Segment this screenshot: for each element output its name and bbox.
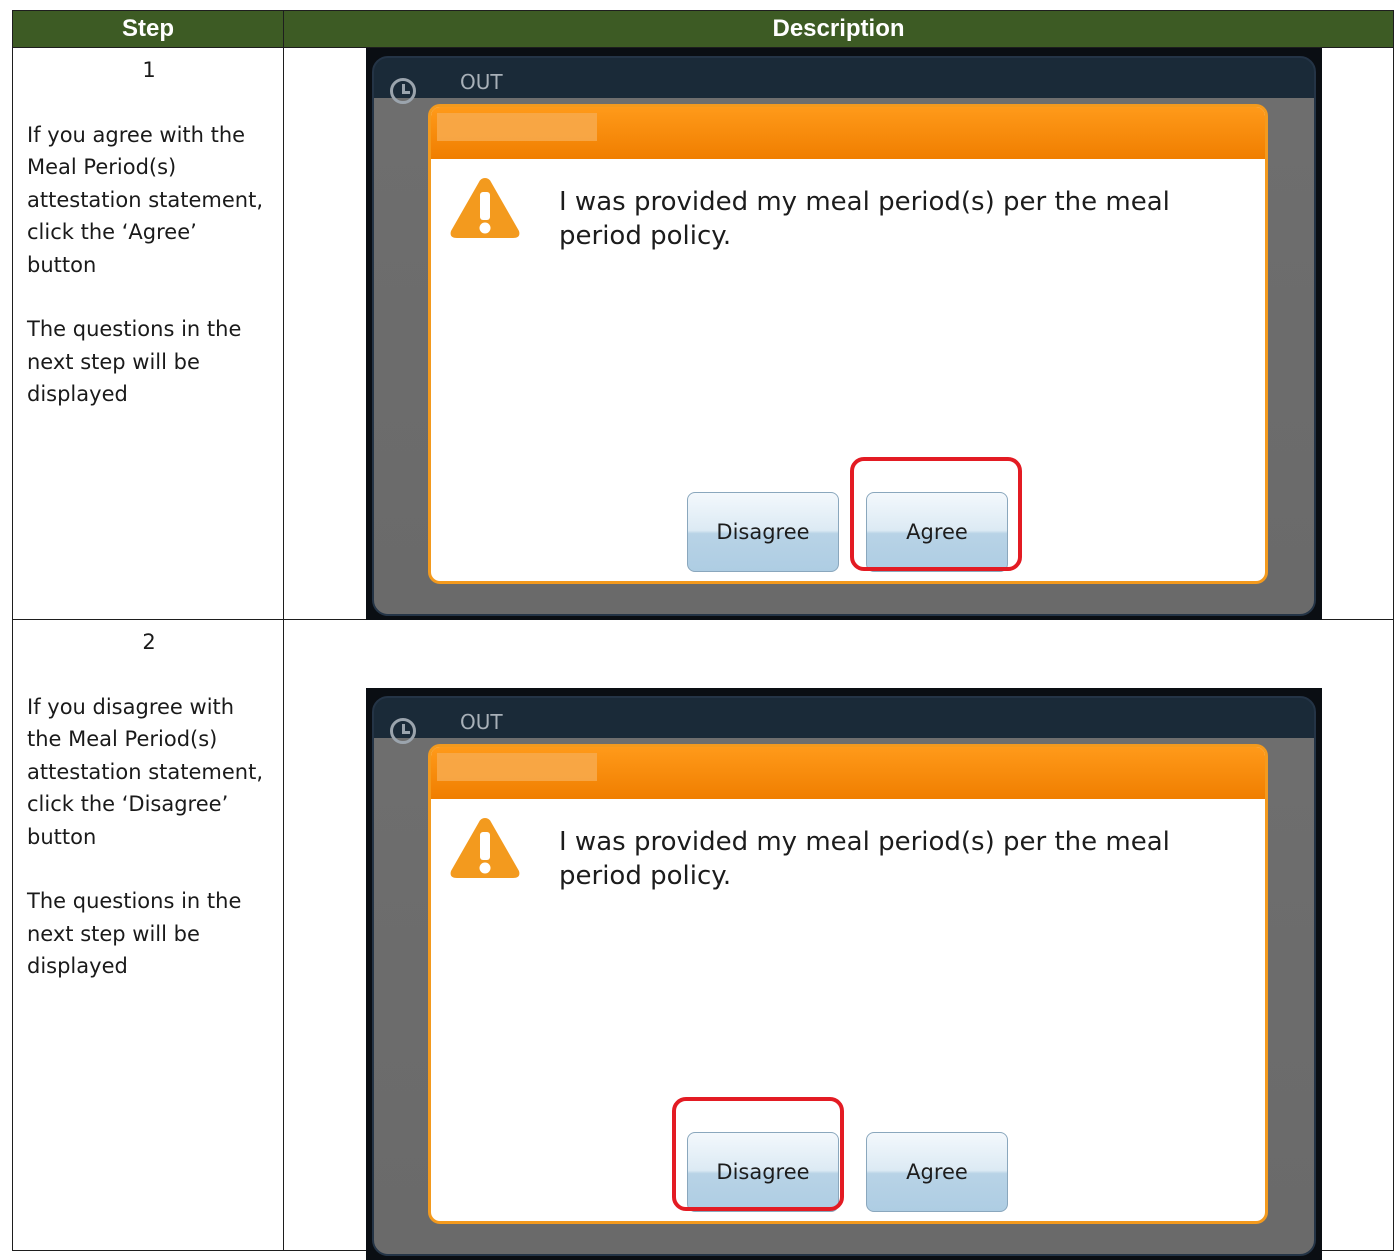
warning-icon — [450, 178, 520, 238]
step-note: The questions in the next step will be d… — [27, 317, 242, 406]
agree-button[interactable]: Agree — [866, 492, 1008, 572]
kiosk-frame: OUT I was provided my meal period(s) per… — [372, 696, 1316, 1256]
header-step: Step — [12, 10, 284, 48]
step-cell: 1 If you agree with the Meal Period(s) a… — [12, 47, 284, 620]
table-header-row: Step Description — [12, 10, 1394, 48]
dialog-title-redacted — [437, 113, 597, 141]
kiosk-screenshot: OUT I was provided my meal period(s) per… — [366, 48, 1322, 620]
step-cell: 2 If you disagree with the Meal Period(s… — [12, 619, 284, 1251]
clock-icon — [390, 718, 416, 744]
attestation-dialog: I was provided my meal period(s) per the… — [428, 104, 1268, 584]
table-row: 2 If you disagree with the Meal Period(s… — [12, 619, 1394, 1260]
step-number: 1 — [142, 58, 156, 82]
dialog-header — [431, 747, 1265, 799]
step-note: The questions in the next step will be d… — [27, 889, 242, 978]
description-cell: OUT I was provided my meal period(s) per… — [283, 47, 1394, 620]
status-label: OUT — [460, 70, 503, 94]
dialog-header — [431, 107, 1265, 159]
disagree-button[interactable]: Disagree — [687, 492, 839, 572]
agree-button[interactable]: Agree — [866, 1132, 1008, 1212]
disagree-button[interactable]: Disagree — [687, 1132, 839, 1212]
table-row: 1 If you agree with the Meal Period(s) a… — [12, 47, 1394, 620]
status-label: OUT — [460, 710, 503, 734]
step-instruction: If you disagree with the Meal Period(s) … — [27, 694, 263, 849]
header-description: Description — [283, 10, 1394, 48]
clock-icon — [390, 78, 416, 104]
step-instruction: If you agree with the Meal Period(s) att… — [27, 122, 263, 277]
description-cell: OUT I was provided my meal period(s) per… — [283, 619, 1394, 1260]
dialog-message: I was provided my meal period(s) per the… — [559, 187, 1170, 251]
dialog-title-redacted — [437, 753, 597, 781]
step-number: 2 — [142, 630, 156, 654]
warning-icon — [450, 818, 520, 878]
kiosk-frame: OUT I was provided my meal period(s) per… — [372, 56, 1316, 616]
attestation-dialog: I was provided my meal period(s) per the… — [428, 744, 1268, 1224]
instruction-table: Step Description 1 If you agree with the… — [12, 10, 1394, 1260]
kiosk-screenshot: OUT I was provided my meal period(s) per… — [366, 688, 1322, 1260]
dialog-message: I was provided my meal period(s) per the… — [559, 827, 1170, 891]
